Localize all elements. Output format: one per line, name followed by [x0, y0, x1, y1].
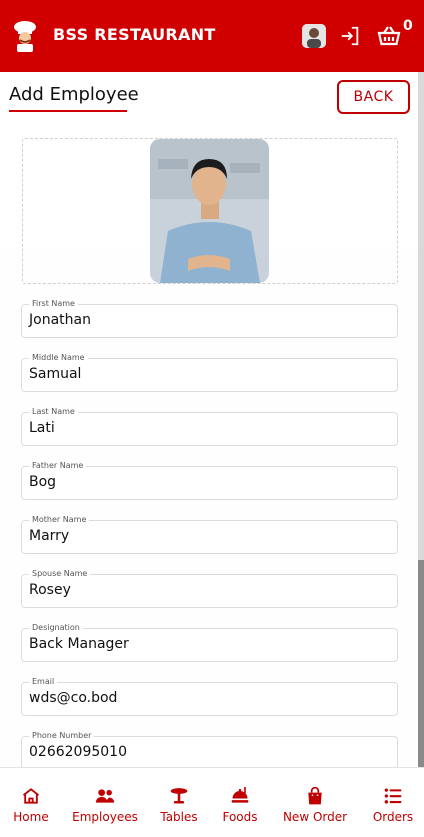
nav-label-orders: Orders: [372, 810, 414, 824]
middle-name-label: Middle Name: [29, 352, 88, 364]
food-icon: [231, 786, 249, 803]
app-title: BSS RESTAURANT: [53, 25, 216, 44]
scrollbar-thumb[interactable]: [418, 72, 424, 560]
phone-number-field[interactable]: Phone Number 02662095010: [21, 730, 398, 770]
nav-label-tables: Tables: [160, 810, 198, 824]
basket-icon[interactable]: [377, 24, 401, 48]
middle-name-value: Samual: [29, 366, 82, 382]
back-button[interactable]: BACK: [337, 80, 410, 114]
chef-logo-icon: [14, 21, 36, 52]
mother-name-value: Marry: [29, 528, 70, 544]
mother-name-label: Mother Name: [29, 514, 90, 526]
cart-count-badge: 0: [403, 18, 413, 34]
first-name-field[interactable]: First Name Jonathan: [21, 298, 398, 338]
users-icon: [95, 789, 115, 803]
first-name-value: Jonathan: [29, 312, 91, 328]
spouse-name-label: Spouse Name: [29, 568, 91, 580]
nav-item-foods[interactable]: Foods: [221, 768, 259, 837]
list-icon: [384, 788, 402, 804]
nav-item-new-order[interactable]: New Order: [283, 768, 347, 837]
last-name-field[interactable]: Last Name Lati: [21, 406, 398, 446]
nav-item-tables[interactable]: Tables: [160, 768, 198, 837]
first-name-label: First Name: [29, 298, 78, 310]
home-icon: [22, 788, 40, 804]
last-name-label: Last Name: [29, 406, 78, 418]
title-underline: [9, 110, 127, 112]
designation-field[interactable]: Designation Back Manager: [21, 622, 398, 662]
nav-label-home: Home: [13, 810, 49, 824]
nav-item-home[interactable]: Home: [13, 768, 49, 837]
phone-number-value: 02662095010: [29, 744, 127, 760]
last-name-value: Lati: [29, 420, 55, 436]
nav-label-new-order: New Order: [282, 810, 348, 824]
logout-icon[interactable]: [339, 25, 361, 47]
employee-photo[interactable]: [150, 139, 269, 283]
nav-label-foods: Foods: [222, 810, 258, 824]
designation-label: Designation: [29, 622, 83, 634]
nav-item-orders[interactable]: Orders: [372, 768, 414, 837]
middle-name-field[interactable]: Middle Name Samual: [21, 352, 398, 392]
father-name-value: Bog: [29, 474, 57, 490]
bottom-nav: Home Employees Tables Foods New Order Or…: [0, 767, 424, 837]
profile-avatar[interactable]: [302, 24, 326, 48]
spouse-name-value: Rosey: [29, 582, 71, 598]
nav-item-employees[interactable]: Employees: [72, 768, 138, 837]
shopping-bag-icon: [308, 786, 322, 805]
page-title: Add Employee: [9, 84, 139, 105]
email-value: wds@co.bod: [29, 690, 118, 706]
email-field[interactable]: Email wds@co.bod: [21, 676, 398, 716]
nav-label-employees: Employees: [72, 810, 138, 824]
father-name-field[interactable]: Father Name Bog: [21, 460, 398, 500]
mother-name-field[interactable]: Mother Name Marry: [21, 514, 398, 554]
phone-number-label: Phone Number: [29, 730, 95, 742]
spouse-name-field[interactable]: Spouse Name Rosey: [21, 568, 398, 608]
designation-value: Back Manager: [29, 636, 129, 652]
table-icon: [170, 788, 188, 804]
app-header: BSS RESTAURANT 0: [0, 0, 424, 72]
email-label: Email: [29, 676, 58, 688]
father-name-label: Father Name: [29, 460, 87, 472]
